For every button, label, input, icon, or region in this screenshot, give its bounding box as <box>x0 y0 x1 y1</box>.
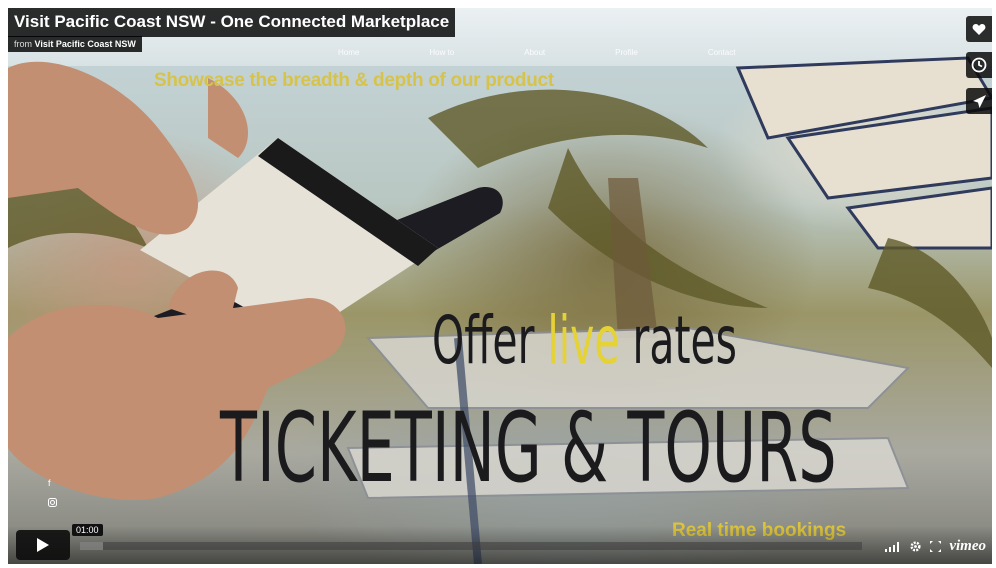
headline-ticketing-tours: TICKETING & TOURS <box>220 392 837 504</box>
player-controls: 01:00 vimeo <box>8 524 992 564</box>
instagram-icon <box>48 498 57 509</box>
vimeo-logo[interactable]: vimeo <box>949 538 986 555</box>
video-title[interactable]: Visit Pacific Coast NSW - One Connected … <box>8 8 456 37</box>
like-button[interactable] <box>966 16 992 42</box>
paper-plane-icon <box>972 94 986 108</box>
headline-offer-live-rates: Offer live rates <box>432 308 737 374</box>
clock-icon <box>971 57 987 73</box>
watch-later-button[interactable] <box>966 52 992 78</box>
video-player[interactable]: Home How to About Profile Contact Visit … <box>8 8 992 564</box>
progress-bar[interactable] <box>80 542 862 550</box>
fullscreen-icon[interactable] <box>930 541 942 552</box>
time-display: 01:00 <box>72 524 103 536</box>
byline-prefix: from <box>14 39 32 49</box>
settings-icon[interactable] <box>909 540 922 553</box>
headline-highlight: live <box>547 302 620 379</box>
headline-word: Offer <box>432 302 535 379</box>
facebook-icon: f <box>48 478 51 488</box>
play-button[interactable] <box>16 530 70 560</box>
headline-word: rates <box>632 302 738 379</box>
heart-icon <box>972 23 986 35</box>
volume-icon[interactable] <box>885 541 901 552</box>
progress-played <box>80 542 104 550</box>
video-byline: from Visit Pacific Coast NSW <box>8 36 142 52</box>
control-icons: vimeo <box>885 538 986 555</box>
share-button[interactable] <box>966 88 992 114</box>
video-tagline: Showcase the breadth & depth of our prod… <box>154 70 554 91</box>
play-icon <box>37 538 49 552</box>
channel-link[interactable]: Visit Pacific Coast NSW <box>35 39 136 49</box>
